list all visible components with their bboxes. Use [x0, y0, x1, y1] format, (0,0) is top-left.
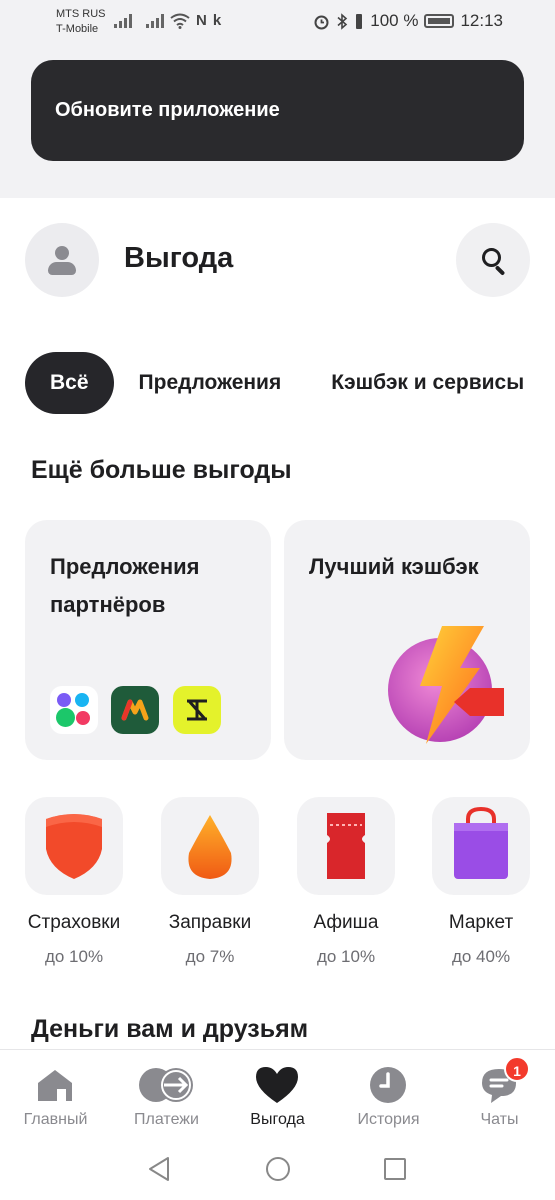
category-tile — [161, 797, 259, 895]
signal-icon — [146, 13, 164, 28]
carrier-1: MTS RUS — [56, 8, 106, 20]
category-market[interactable]: Маркет до 40% — [432, 797, 530, 966]
partner-logo-dots-icon — [50, 686, 98, 734]
category-label: Заправки — [168, 912, 252, 933]
clock-icon — [370, 1067, 406, 1103]
nav-history[interactable]: История — [333, 1058, 444, 1128]
bluetooth-icon — [337, 12, 348, 30]
category-label: Афиша — [313, 912, 379, 933]
signal-icon — [114, 13, 132, 28]
category-insurance[interactable]: Страховки до 10% — [25, 797, 123, 966]
tab-all[interactable]: Всё — [25, 352, 114, 414]
search-button[interactable] — [456, 223, 530, 297]
card-title: Предложения партнёров — [50, 554, 200, 617]
back-icon[interactable] — [147, 1156, 171, 1182]
banner-area: Обновите приложение — [0, 46, 555, 198]
filter-tabs: Всё Предложения Кэшбэк и сервисы — [25, 352, 549, 414]
status-bar: MTS RUS T-Mobile N k 100 % 12:13 — [0, 0, 555, 46]
partner-logo-lamoda-icon — [173, 686, 221, 734]
category-label: Страховки — [27, 912, 121, 933]
category-fuel[interactable]: Заправки до 7% — [161, 797, 259, 966]
header: Выгода — [0, 198, 555, 322]
partner-offers-card[interactable]: Предложения партнёров — [25, 520, 271, 760]
lightning-icon — [384, 620, 514, 750]
nav-chats[interactable]: 1 Чаты — [444, 1056, 555, 1128]
fuel-drop-icon — [188, 815, 232, 879]
nav-payments[interactable]: Платежи — [111, 1058, 222, 1128]
carrier-2: T-Mobile — [56, 23, 99, 35]
user-icon — [55, 246, 69, 260]
system-navigation — [0, 1134, 555, 1200]
page-title: Выгода — [124, 242, 234, 274]
category-cashback: до 40% — [451, 947, 511, 966]
partner-logo-m-icon — [111, 686, 159, 734]
nav-home[interactable]: Главный — [0, 1058, 111, 1128]
best-cashback-card[interactable]: Лучший кэшбэк — [284, 520, 530, 760]
bottom-navigation: Главный Платежи Выгода История 1 Чаты — [0, 1049, 555, 1134]
nfc-icon: N — [196, 12, 207, 29]
carrier-info: MTS RUS T-Mobile — [56, 7, 106, 37]
category-tickets[interactable]: Афиша до 10% — [297, 797, 395, 966]
category-label: Маркет — [448, 912, 514, 933]
category-tile — [25, 797, 123, 895]
battery-percent: 100 % — [370, 11, 419, 30]
recents-icon[interactable] — [383, 1157, 407, 1181]
nav-label: Главный — [23, 1111, 88, 1128]
avatar[interactable] — [25, 223, 99, 297]
ticket-icon — [327, 813, 365, 879]
shield-icon — [46, 814, 102, 879]
nav-label: Платежи — [134, 1111, 199, 1128]
home-icon — [38, 1070, 72, 1101]
alarm-icon — [314, 15, 329, 29]
nav-benefits[interactable]: Выгода — [222, 1058, 333, 1128]
nav-label: История — [357, 1111, 420, 1128]
section-title-money-friends: Деньги вам и друзьям — [31, 1015, 309, 1043]
tab-offers[interactable]: Предложения — [114, 352, 307, 414]
wifi-icon — [170, 13, 190, 29]
update-app-banner[interactable]: Обновите приложение — [31, 60, 524, 161]
category-tile — [297, 797, 395, 895]
status-icons: N k — [114, 12, 221, 29]
update-app-text: Обновите приложение — [55, 99, 280, 121]
status-right: 100 % 12:13 — [313, 11, 503, 31]
clock-time: 12:13 — [460, 11, 503, 30]
heart-icon — [256, 1067, 298, 1103]
app-k-icon: k — [212, 12, 222, 29]
section-title-more-benefits: Ещё больше выгоды — [31, 456, 292, 484]
card-title: Лучший кэшбэк — [309, 554, 479, 579]
category-cashback: до 10% — [316, 947, 376, 966]
shopping-bag-icon — [454, 806, 508, 879]
category-cashback: до 7% — [185, 947, 235, 966]
category-tile — [432, 797, 530, 895]
unread-badge: 1 — [504, 1056, 530, 1082]
payments-icon — [139, 1068, 193, 1102]
vibrate-icon — [356, 13, 363, 29]
search-icon-handle — [494, 265, 506, 276]
battery-icon — [424, 14, 455, 28]
nav-label: Чаты — [480, 1111, 519, 1128]
category-cashback: до 10% — [44, 947, 104, 966]
home-circle-icon[interactable] — [265, 1156, 291, 1182]
user-icon-body — [48, 262, 76, 275]
search-icon — [482, 248, 501, 267]
nav-label: Выгода — [250, 1111, 305, 1128]
tab-cashback-services[interactable]: Кэшбэк и сервисы — [306, 352, 549, 414]
